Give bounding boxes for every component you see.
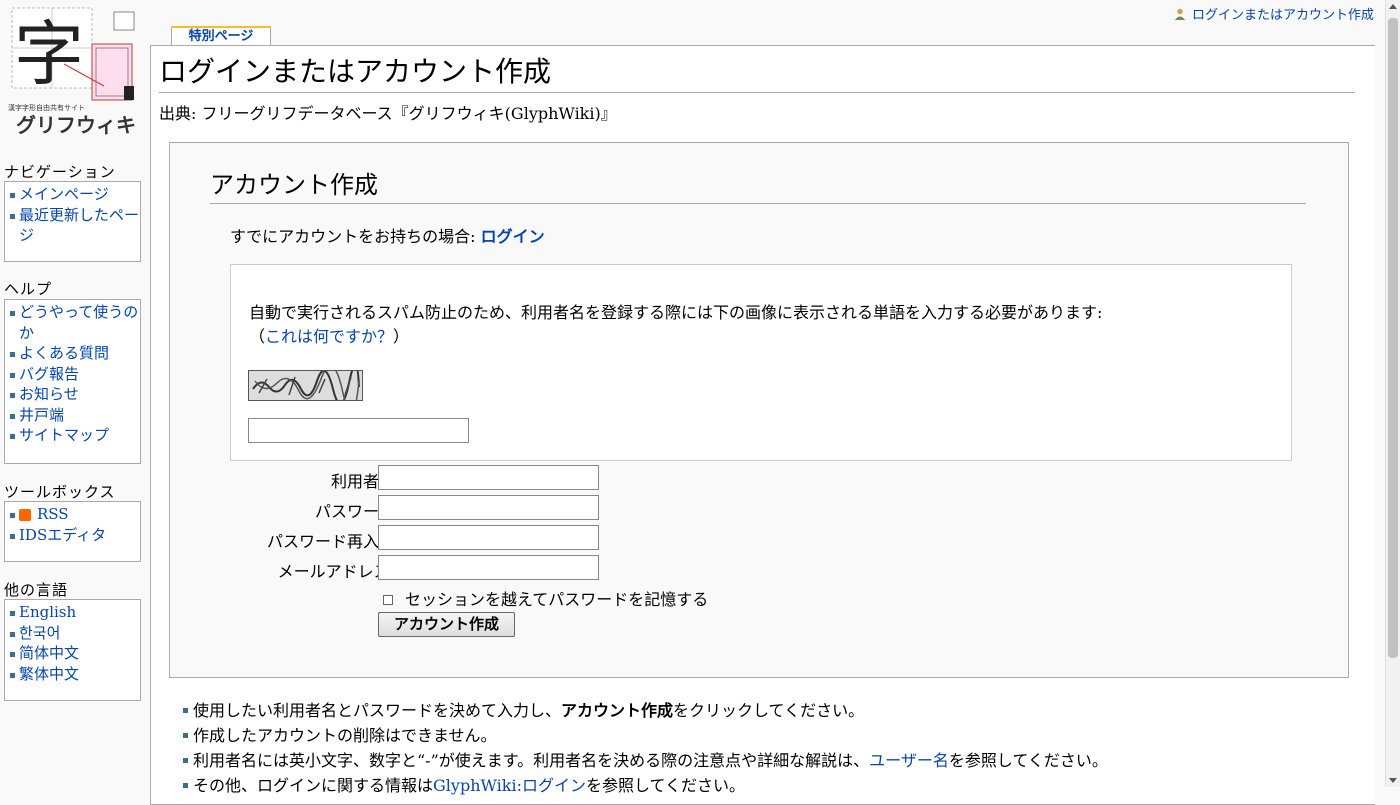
toolbox-title: ツールボックス [4, 483, 116, 501]
bullet [183, 783, 188, 788]
languages-title: 他の言語 [4, 581, 69, 599]
sidebar-item-recent-changes[interactable]: 最近更新したページ [10, 205, 140, 246]
password-retype-label: パスワード再入力 [266, 532, 395, 551]
note-text: その他、ログインに関する情報は [193, 776, 434, 795]
nav-portlet: メインページ 最近更新したページ [4, 181, 141, 262]
create-account-button[interactable]: アカウント作成 [378, 612, 515, 637]
personal-tools: ログインまたはアカウント作成 [1174, 4, 1374, 23]
notes-list: 使用したい利用者名とパスワードを決めて入力し、アカウント作成をクリックしてくださ… [183, 698, 1108, 798]
list-item: その他、ログインに関する情報はGlyphWiki:ログインを参照してください。 [183, 773, 1108, 798]
captcha-image [248, 364, 363, 415]
page-title: ログインまたはアカウント作成 [159, 54, 1355, 93]
sidebar-item-main-page[interactable]: メインページ [10, 184, 140, 205]
rss-icon [19, 509, 31, 521]
note-text: 利用者名には英小文字、数字と“-”が使えます。利用者名を決める際の注意点や詳細な… [193, 751, 870, 770]
remember-row: セッションを越えてパスワードを記憶する [380, 586, 708, 610]
username-input[interactable] [378, 465, 599, 490]
note-text: を参照してください。 [586, 776, 746, 795]
form-heading: アカウント作成 [210, 169, 1306, 204]
help-portlet: どうやって使うのか よくある質問 バグ報告 お知らせ 井戸端 サイトマップ [4, 299, 141, 464]
captcha-input[interactable] [248, 418, 469, 443]
username-row: 利用者名 [170, 465, 770, 491]
sidebar-item-sitemap[interactable]: サイトマップ [10, 425, 140, 446]
toolbox-portlet: RSS IDSエディタ [4, 501, 141, 562]
sidebar-item-news[interactable]: お知らせ [10, 384, 140, 405]
note-text: 作成したアカウントの削除はできません。 [193, 726, 497, 745]
captcha-help-link[interactable]: これは何ですか？ [265, 327, 393, 346]
logo-subtitle: 漢字字形自由共有サイト [8, 103, 85, 112]
sidebar-item-english[interactable]: English [10, 602, 140, 623]
tab-special-page[interactable]: 特別ページ [171, 26, 271, 46]
sidebar-item-faq[interactable]: よくある質問 [10, 343, 140, 364]
remember-label: セッションを越えてパスワードを記憶する [405, 590, 709, 609]
create-account-form: アカウント作成 すでにアカウントをお持ちの場合: ログイン 自動で実行されるスパ… [169, 142, 1349, 678]
nav-title: ナビゲーション [4, 163, 116, 181]
username-help-link[interactable]: ユーザー名 [869, 751, 949, 770]
logo-name: グリフウィキ [16, 113, 136, 137]
password-input[interactable] [378, 495, 599, 520]
password-row: パスワード [170, 495, 770, 521]
note-text: を参照してください。 [948, 751, 1108, 770]
logo-big-char: 字 [14, 13, 84, 95]
bullet [183, 708, 188, 713]
login-help-link[interactable]: GlyphWiki:ログイン [433, 776, 586, 795]
list-item: 利用者名には英小文字、数字と“-”が使えます。利用者名を決める際の注意点や詳細な… [183, 748, 1108, 773]
bullet [183, 733, 188, 738]
logo-graphic: 字 漢字字形自由共有サイト グリフウィキ [8, 7, 136, 137]
main-content: ログインまたはアカウント作成 出典: フリーグリフデータベース『グリフウィキ(G… [150, 45, 1375, 805]
sidebar-item-traditional-chinese[interactable]: 繁体中文 [10, 664, 140, 685]
page-scrollbar[interactable] [1385, 0, 1400, 787]
list-item: 作成したアカウントの削除はできません。 [183, 723, 1108, 748]
sidebar-item-idobata[interactable]: 井戸端 [10, 405, 140, 426]
sidebar-item-how-to-use[interactable]: どうやって使うのか [10, 302, 140, 343]
email-input[interactable] [378, 555, 599, 580]
bullet [183, 758, 188, 763]
user-icon [1174, 8, 1186, 20]
login-link[interactable]: ログイン [481, 227, 545, 246]
languages-portlet: English 한국어 简体中文 繁体中文 [4, 599, 141, 701]
sidebar-item-ids-editor[interactable]: IDSエディタ [10, 525, 140, 546]
sidebar-item-rss[interactable]: RSS [10, 504, 140, 525]
note-text: 使用したい利用者名とパスワードを決めて入力し、 [193, 701, 562, 720]
password-retype-row: パスワード再入力 [170, 525, 770, 551]
scroll-thumb[interactable] [1388, 18, 1398, 658]
scroll-up-icon[interactable] [1389, 4, 1397, 9]
have-account-line: すでにアカウントをお持ちの場合: ログイン [230, 223, 545, 247]
login-or-create-link[interactable]: ログインまたはアカウント作成 [1192, 8, 1374, 23]
captcha-paren-open: （ [249, 327, 266, 346]
password-retype-input[interactable] [378, 525, 599, 550]
sidebar-item-korean[interactable]: 한국어 [10, 623, 140, 644]
captcha-paren-close: ） [393, 327, 410, 346]
sidebar-item-simplified-chinese[interactable]: 简体中文 [10, 643, 140, 664]
captcha-text: 自動で実行されるスパム防止のため、利用者名を登録する際には下の画像に表示される単… [249, 303, 1103, 322]
site-logo[interactable]: 字 漢字字形自由共有サイト グリフウィキ [4, 4, 138, 138]
site-subtitle: 出典: フリーグリフデータベース『グリフウィキ(GlyphWiki)』 [159, 104, 617, 123]
list-item: 使用したい利用者名とパスワードを決めて入力し、アカウント作成をクリックしてくださ… [183, 698, 1108, 723]
note-text: をクリックしてください。 [673, 701, 865, 720]
have-account-text: すでにアカウントをお持ちの場合: [230, 227, 481, 246]
remember-checkbox[interactable] [383, 595, 393, 605]
help-title: ヘルプ [4, 280, 53, 298]
note-bold: アカウント作成 [561, 701, 674, 720]
email-row: メールアドレス: [170, 555, 770, 581]
captcha-instructions: 自動で実行されるスパム防止のため、利用者名を登録する際には下の画像に表示される単… [249, 301, 1269, 349]
captcha-box: 自動で実行されるスパム防止のため、利用者名を登録する際には下の画像に表示される単… [230, 264, 1292, 461]
sidebar-item-bug-report[interactable]: バグ報告 [10, 364, 140, 385]
scroll-down-icon[interactable] [1389, 778, 1397, 783]
rss-label: RSS [37, 505, 69, 523]
